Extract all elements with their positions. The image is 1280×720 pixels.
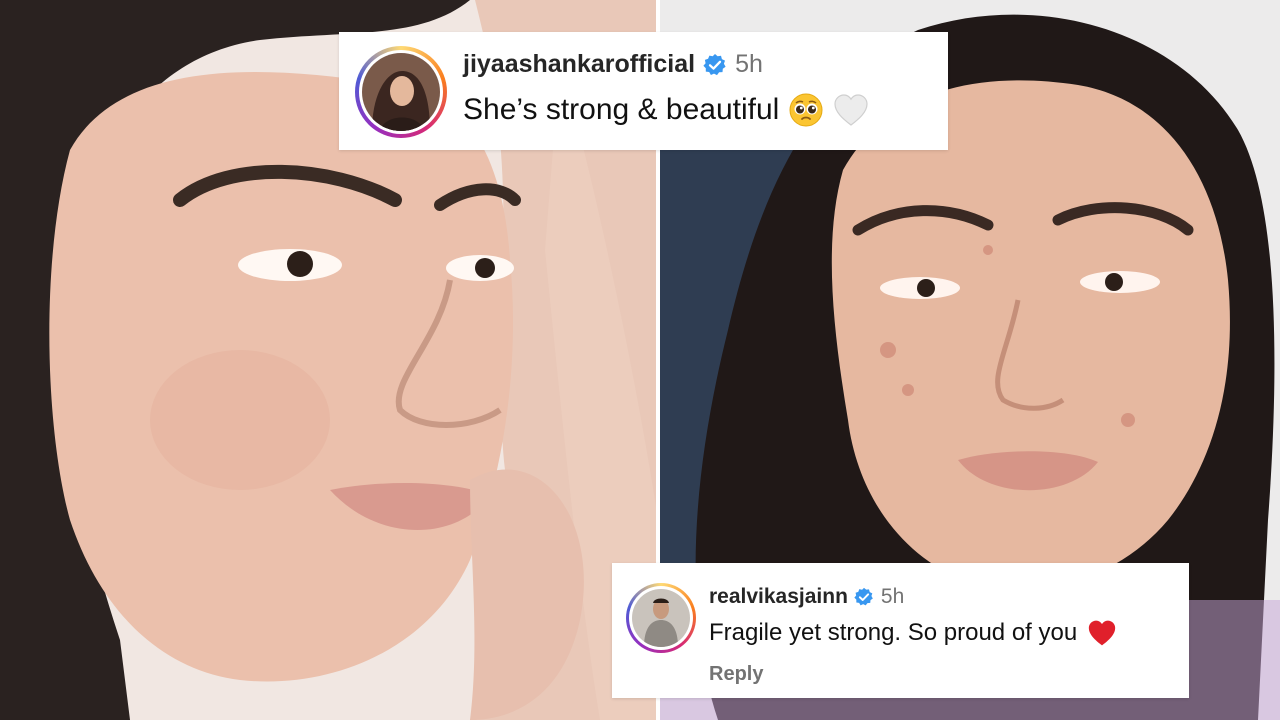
comment-username[interactable]: jiyaashankarofficial [463,50,695,79]
avatar-story-ring[interactable] [626,583,696,653]
pleading-face-icon [789,93,823,127]
white-heart-icon [833,93,869,127]
comment-card: jiyaashankarofficial 5h She’s strong & b… [339,32,948,150]
comment-text: Fragile yet strong. So proud of you [709,619,1078,646]
verified-badge-icon [854,587,873,606]
comment-timestamp: 5h [735,50,763,78]
verified-badge-icon [703,53,726,75]
comment-timestamp: 5h [880,585,905,608]
comment-text-row: Fragile yet strong. So proud of you [709,619,1117,647]
comment-text-row: She’s strong & beautiful [463,93,869,127]
comment-card: realvikasjainn 5h Fragile yet strong. So… [612,563,1189,698]
reply-button[interactable]: Reply [709,663,1117,686]
avatar-story-ring[interactable] [355,46,447,138]
red-heart-icon [1087,619,1117,647]
comment-username[interactable]: realvikasjainn [709,585,848,609]
comment-text: She’s strong & beautiful [463,93,780,126]
avatar[interactable] [362,53,440,131]
avatar[interactable] [632,589,690,647]
